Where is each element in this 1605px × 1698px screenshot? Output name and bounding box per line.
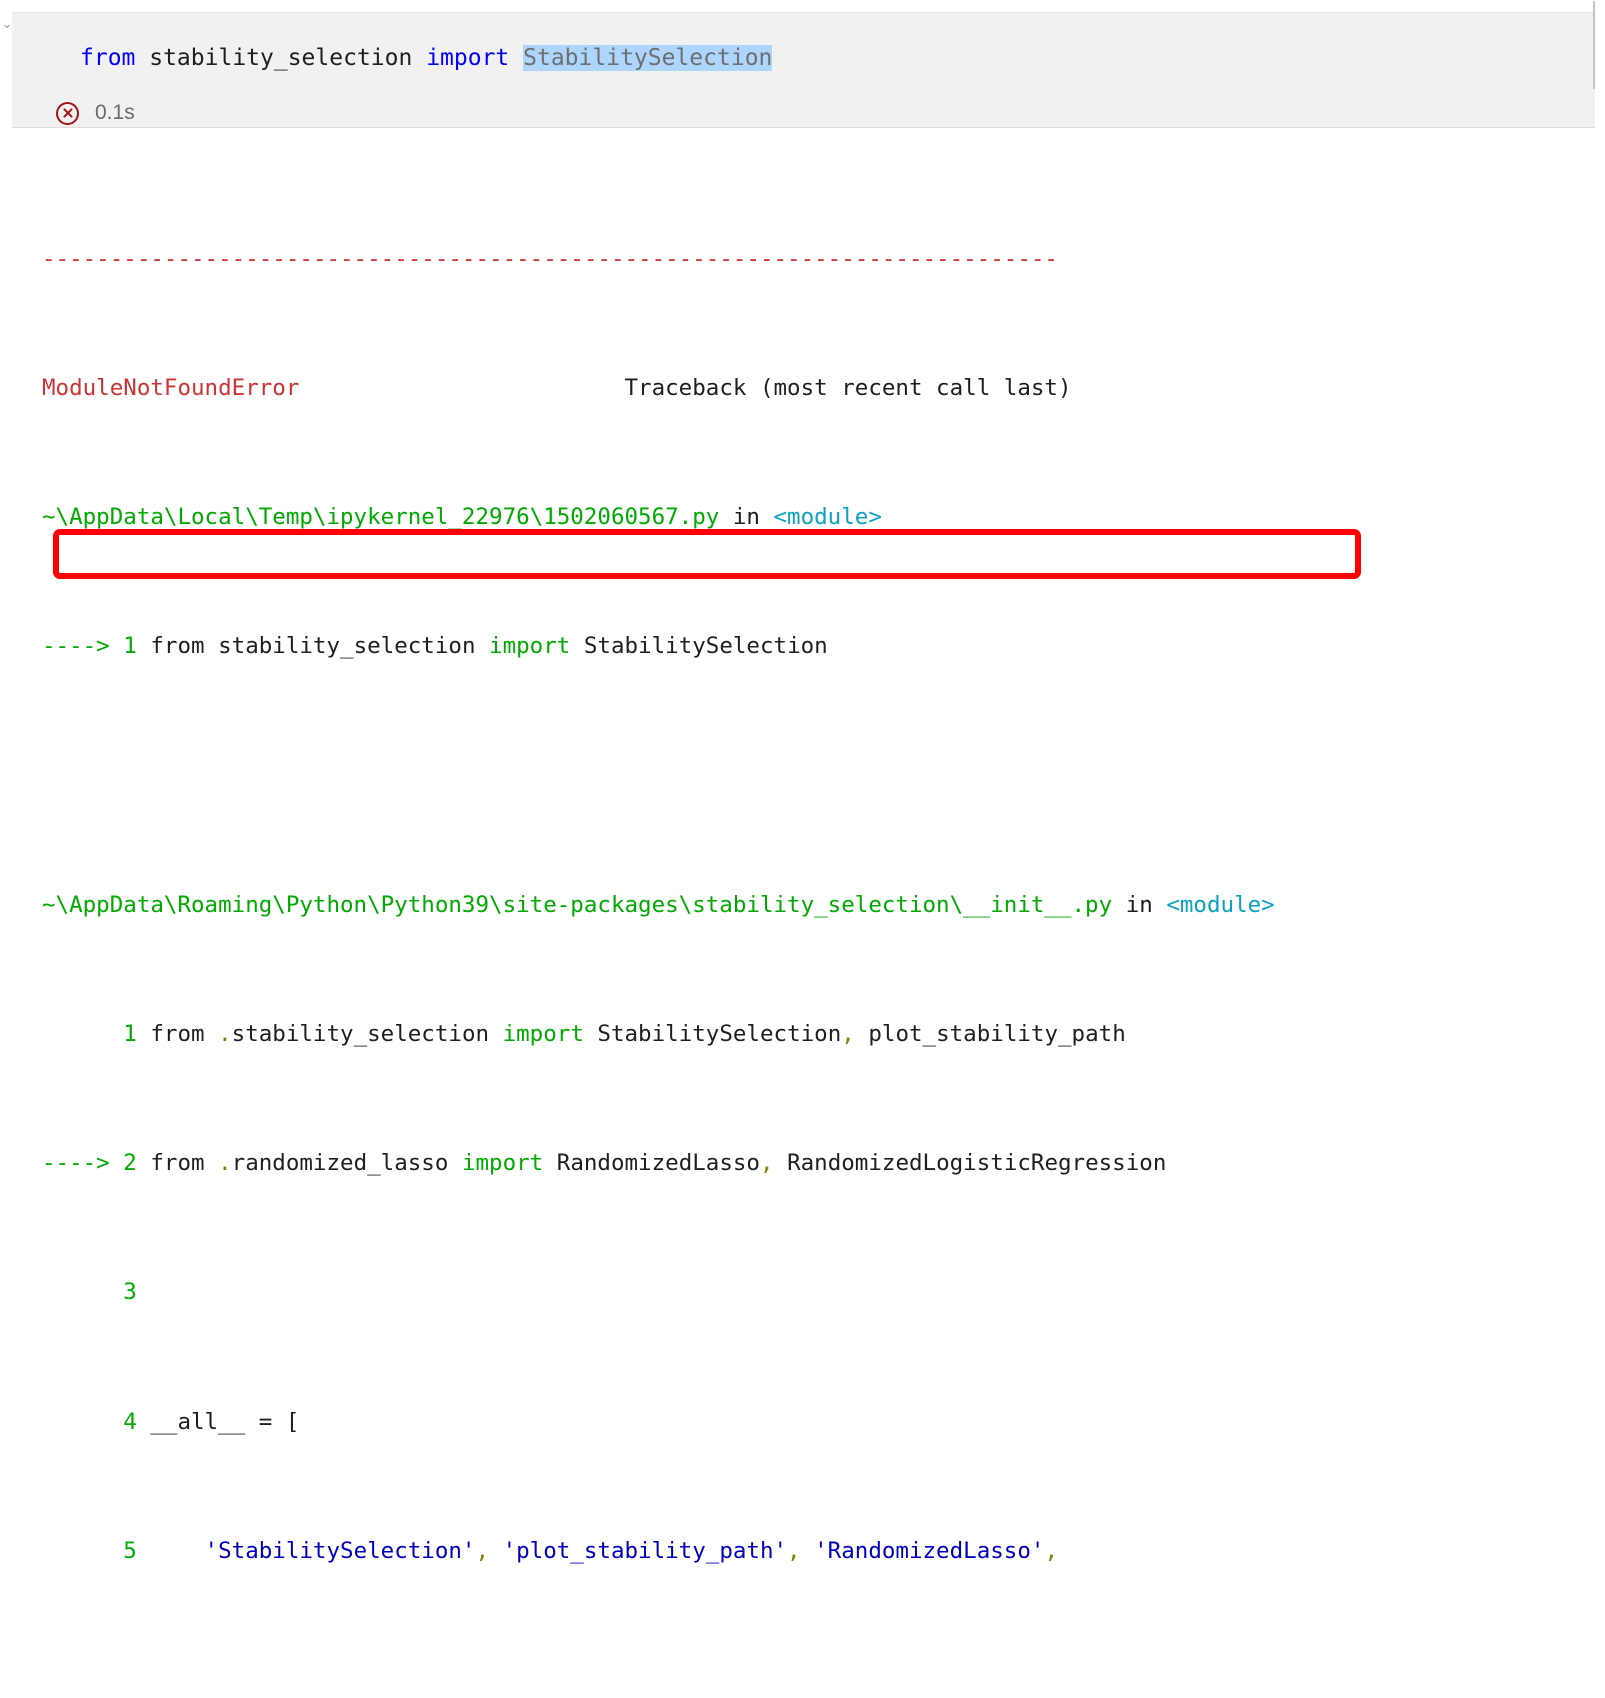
frame-2-line-2: ----> 2 from .randomized_lasso import Ra… xyxy=(42,1147,1383,1179)
keyword-import: import xyxy=(426,45,510,71)
traceback-output: ----------------------------------------… xyxy=(42,146,1383,1698)
scrollbar-indicator[interactable] xyxy=(1593,1,1595,89)
frame-2-comma-1: , xyxy=(841,1021,855,1048)
frame-2-comma-2: , xyxy=(759,1150,774,1177)
frame-2-names-2b: RandomizedLogisticRegression xyxy=(773,1150,1167,1177)
code-cell[interactable]: from stability_selection import Stabilit… xyxy=(12,1,1595,128)
frame-2-names-2: RandomizedLasso xyxy=(543,1150,760,1177)
frame-1-symbol: StabilitySelection xyxy=(570,633,828,660)
frame-1-file-path: ~\AppData\Local\Temp\ipykernel_22976\150… xyxy=(42,504,720,531)
frame-2-path-line: ~\AppData\Roaming\Python\Python39\site-p… xyxy=(42,889,1383,921)
frame-2-arrow-marker: ----> 2 xyxy=(42,1150,151,1177)
frame-2-dot-2: . xyxy=(204,1150,232,1177)
frame-2-in-label: in xyxy=(1112,891,1167,918)
frame-1-arrow-marker: ----> 1 xyxy=(42,633,151,660)
frame-1-in-label: in xyxy=(719,504,774,531)
frame-1-path-line: ~\AppData\Local\Temp\ipykernel_22976\150… xyxy=(42,501,1383,533)
traceback-header-label: Traceback (most recent call last) xyxy=(624,375,1072,402)
frame-2-kw-import-2: import xyxy=(461,1150,544,1177)
frame-2-module-1: stability_selection xyxy=(231,1021,503,1048)
error-type-name: ModuleNotFoundError xyxy=(42,375,300,402)
frame-2-comma-5c: , xyxy=(1044,1537,1058,1564)
source-space xyxy=(509,45,523,71)
traceback-rule: ----------------------------------------… xyxy=(42,245,1058,272)
frame-2-comma-5a: , xyxy=(475,1537,490,1564)
frame-2-line-number-5: 5 xyxy=(42,1537,151,1564)
frame-2-kw-from-1: from xyxy=(150,1021,205,1048)
frame-2-file-path: ~\AppData\Roaming\Python\Python39\site-p… xyxy=(42,891,1113,918)
frame-2-comma-5b: , xyxy=(787,1537,801,1564)
execution-time: 0.1s xyxy=(95,101,135,124)
frame-2-code-4: __all__ = [ xyxy=(150,1408,300,1435)
cell-status-bar: 0.1s xyxy=(56,101,135,125)
selected-symbol[interactable]: StabilitySelection xyxy=(523,45,773,71)
blank-line-2 xyxy=(42,1664,1383,1696)
frame-2-line-3: 3 xyxy=(42,1276,1383,1308)
frame-2-line-number-1: 1 xyxy=(42,1021,151,1048)
frame-1-kw-from: from xyxy=(150,633,205,660)
frame-2-string-1: 'StabilitySelection' xyxy=(150,1537,476,1564)
frame-2-line-4: 4 __all__ = [ xyxy=(42,1406,1383,1438)
frame-2-line-number-4: 4 xyxy=(42,1408,151,1435)
frame-1-scope: <module> xyxy=(773,504,882,531)
keyword-from: from xyxy=(80,45,136,71)
frame-2-line-1: 1 from .stability_selection import Stabi… xyxy=(42,1018,1383,1050)
frame-2-line-5: 5 'StabilitySelection', 'plot_stability_… xyxy=(42,1535,1383,1567)
traceback-header-line: ModuleNotFoundError Traceback (most rece… xyxy=(42,372,1383,404)
frame-2-module-2: randomized_lasso xyxy=(231,1150,462,1177)
frame-2-dot-1: . xyxy=(204,1021,232,1048)
notebook-cell-output-view: ⌄ from stability_selection import Stabil… xyxy=(0,0,1605,1564)
frame-2-kw-import-1: import xyxy=(502,1021,584,1048)
frame-2-kw-from-2: from xyxy=(150,1150,205,1177)
frame-2-names-1: StabilitySelection xyxy=(583,1021,842,1048)
blank-line-1 xyxy=(42,760,1383,792)
frame-2-line-number-3: 3 xyxy=(42,1279,151,1306)
frame-2-names-1b: plot_stability_path xyxy=(854,1021,1126,1048)
frame-2-scope: <module> xyxy=(1166,891,1275,918)
cell-source-code[interactable]: from stability_selection import Stabilit… xyxy=(80,41,773,75)
error-circle-icon xyxy=(56,101,79,125)
frame-2-string-2: 'plot_stability_path' xyxy=(489,1537,788,1564)
frame-1-module: stability_selection xyxy=(204,633,490,660)
module-name: stability_selection xyxy=(135,45,427,71)
frame-1-kw-import: import xyxy=(489,633,571,660)
frame-1-code-line: ----> 1 from stability_selection import … xyxy=(42,630,1383,662)
frame-2-string-3: 'RandomizedLasso' xyxy=(800,1537,1045,1564)
header-gap xyxy=(299,375,624,401)
